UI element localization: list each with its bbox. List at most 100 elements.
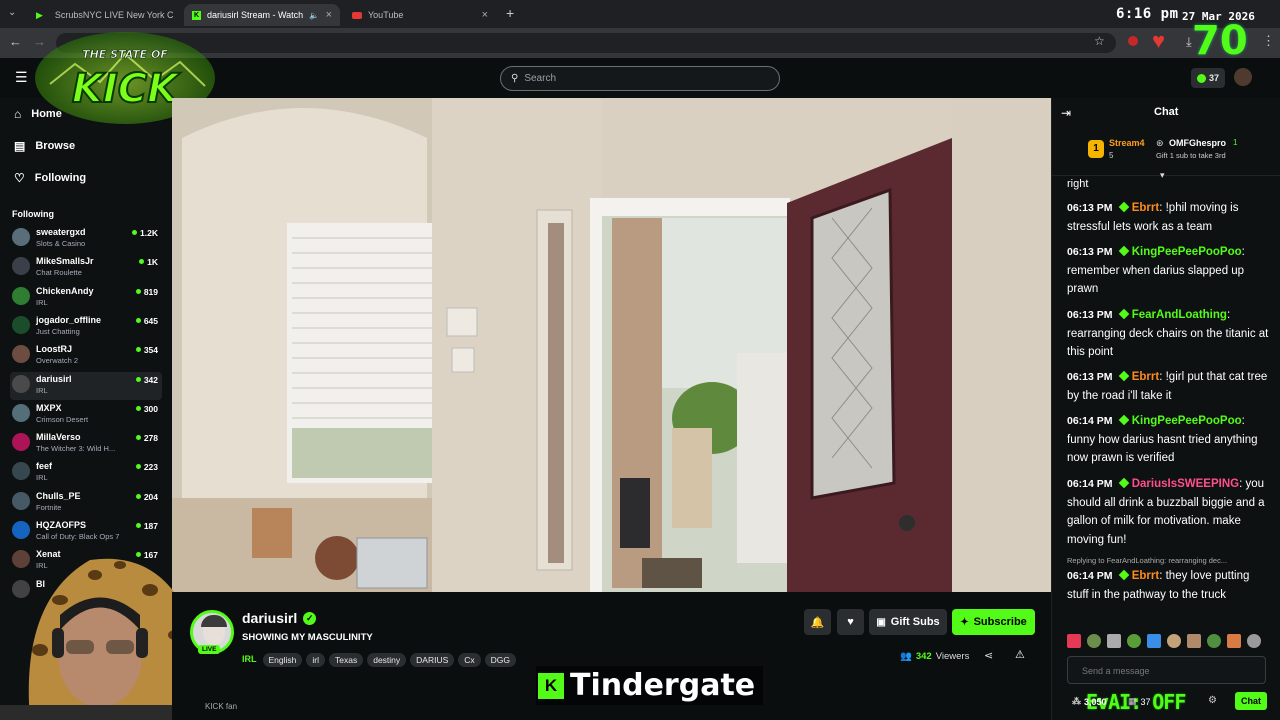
bookmark-star-icon[interactable]: ☆ (1094, 34, 1105, 48)
chat-message[interactable]: 06:13 PM FearAndLoathing: rearranging de… (1067, 306, 1272, 362)
follow-heart-button[interactable]: ♥ (837, 609, 864, 635)
sidebar-item-channel[interactable]: sweatergxd Slots & Casino 1.2K (10, 225, 162, 253)
tab-label: ScrubsNYC LIVE New York C (54, 10, 174, 20)
report-icon[interactable]: ⚠ (1015, 648, 1025, 661)
channel-viewers: 187 (135, 521, 158, 531)
chat-message[interactable]: 06:14 PM Ebrrt: they love putting stuff … (1067, 567, 1272, 604)
chat-message[interactable]: 06:13 PM Ebrrt: !girl put that cat tree … (1067, 368, 1272, 405)
viewer-label: Viewers (935, 651, 970, 662)
viewer-count: 354 (143, 345, 158, 356)
streamer-name[interactable]: dariusirl (242, 610, 297, 626)
badge-icon (1118, 477, 1130, 489)
live-dot-icon (135, 405, 141, 411)
stream-tag[interactable]: Texas (329, 653, 364, 667)
notification-bell-button[interactable]: 🔔 (804, 609, 831, 635)
viewer-count: 645 (143, 315, 158, 326)
channel-category: The Witcher 3: Wild H... (36, 444, 116, 454)
message-user[interactable]: FearAndLoathing (1132, 309, 1227, 321)
message-user[interactable]: Ebrrt (1132, 371, 1159, 383)
gift-subs-button[interactable]: ▣ Gift Subs (869, 609, 947, 635)
sidebar-item-channel[interactable]: LoostRJ Overwatch 2 354 (10, 342, 162, 370)
nav-label: Following (34, 172, 87, 184)
close-tab-icon[interactable]: × (326, 9, 332, 21)
heart-icon: ♥ (1152, 28, 1166, 53)
sidebar-item-channel[interactable]: Chulls_PE Fortnite 204 (10, 489, 162, 517)
sidebar-item-browse[interactable]: ▤ Browse (14, 139, 75, 153)
chat-panel: ⇥ Chat 1 Stream4 5 ⊛ OMFGhespro 1 Gift 1… (1051, 98, 1280, 720)
emote-icon[interactable] (1247, 634, 1261, 648)
hamburger-menu-icon[interactable]: ☰ (15, 69, 28, 86)
play-icon: ▶ (36, 9, 43, 20)
message-user[interactable]: Ebrrt (1132, 570, 1159, 582)
sidebar-item-channel[interactable]: MikeSmallsJr Chat Roulette 1K (10, 254, 162, 282)
kick-favicon-icon: K (192, 10, 201, 20)
user-avatar[interactable] (1234, 68, 1252, 86)
emote-icon[interactable] (1147, 634, 1161, 648)
back-icon[interactable]: ← (9, 34, 22, 49)
new-tab-icon[interactable]: + (506, 5, 514, 21)
reply-note: Replying to FearAndLoathing: rearranging… (1067, 556, 1228, 565)
message-user[interactable]: KingPeePeePooPoo (1132, 246, 1242, 258)
following-heading: Following (12, 209, 54, 219)
sidebar-item-channel[interactable]: feef IRL 223 (10, 459, 162, 487)
footer-subs-value: 37 (1140, 696, 1151, 707)
chat-send-button[interactable]: Chat (1235, 692, 1267, 710)
download-icon[interactable]: ⤓ (1186, 34, 1192, 50)
tab-list-icon[interactable]: ⌄ (8, 7, 16, 18)
sidebar-item-channel[interactable]: ChickenAndy IRL 819 (10, 284, 162, 312)
emote-icon[interactable] (1067, 634, 1081, 648)
emote-icon[interactable] (1207, 634, 1221, 648)
tab-dariusirl[interactable]: K dariusirl Stream - Watch Li 🔈 × (184, 4, 340, 26)
chat-message[interactable]: 06:14 PM KingPeePeePooPoo: funny how dar… (1067, 412, 1272, 468)
message-user[interactable]: DariusIsSWEEPING (1132, 478, 1239, 490)
chat-message[interactable]: 06:13 PM Ebrrt: !phil moving is stressfu… (1067, 199, 1272, 236)
pin-icon[interactable]: ▾ (1160, 170, 1165, 181)
video-player[interactable] (172, 98, 1051, 592)
category-link[interactable]: IRL (242, 654, 257, 664)
emote-icon[interactable] (1107, 634, 1121, 648)
sidebar-item-channel[interactable]: dariusirl IRL 342 (10, 371, 162, 400)
subscribe-button[interactable]: ✦ Subscribe (952, 609, 1035, 635)
stream-tag[interactable]: DARIUS (410, 653, 455, 667)
message-user[interactable]: KingPeePeePooPoo (1132, 415, 1242, 427)
tab-youtube[interactable]: YouTube × (344, 4, 496, 26)
message-user[interactable]: Ebrrt (1132, 202, 1159, 214)
speaker-icon[interactable]: 🔈 (309, 11, 319, 20)
chat-message[interactable]: 06:13 PM KingPeePeePooPoo: remember when… (1067, 243, 1272, 299)
channel-avatar (12, 345, 30, 364)
close-tab-icon[interactable]: × (179, 9, 180, 21)
chat-message[interactable]: 06:14 PM DariusIsSWEEPING: you should al… (1067, 475, 1272, 549)
stream-tag[interactable]: DGG (484, 653, 517, 667)
collapse-chat-icon[interactable]: ⇥ (1061, 106, 1071, 120)
search-input[interactable]: ⚲ Search (500, 66, 780, 91)
channel-category: Crimson Desert (36, 414, 89, 424)
emote-icon[interactable] (1227, 634, 1241, 648)
emote-icon[interactable] (1167, 634, 1181, 648)
emote-icon[interactable] (1127, 634, 1141, 648)
tab-scrubsnyc[interactable]: ▶ ScrubsNYC LIVE New York C × (28, 4, 180, 26)
channel-name: ChickenAndy (36, 285, 94, 296)
chat-input[interactable]: Send a message (1067, 656, 1266, 684)
live-dot-icon (135, 347, 141, 353)
points-badge[interactable]: 37 (1191, 68, 1225, 88)
close-tab-icon[interactable]: × (482, 9, 488, 21)
emote-icon[interactable] (1187, 634, 1201, 648)
channel-name: Chulls_PE (36, 490, 81, 501)
stream-tag[interactable]: English (262, 653, 303, 667)
stream-tag[interactable]: Cx (458, 653, 481, 667)
settings-gear-icon[interactable]: ⚙ (1208, 695, 1217, 706)
emote-icon[interactable] (1087, 634, 1101, 648)
badge-icon (1118, 370, 1130, 382)
menu-dots-icon[interactable]: ⋮ (1262, 33, 1275, 49)
sidebar-item-channel[interactable]: MXPX Crimson Desert 300 (10, 401, 162, 429)
sidebar-item-channel[interactable]: MillaVerso The Witcher 3: Wild H... 278 (10, 430, 162, 458)
stream-tag[interactable]: irl (306, 653, 325, 667)
extension-icon[interactable] (1128, 36, 1138, 46)
sidebar-item-channel[interactable]: jogador_offline Just Chatting 645 (10, 313, 162, 341)
sidebar-item-following[interactable]: ♡ Following (14, 171, 86, 185)
footer-points: ⁂ 3,050 (1072, 696, 1107, 707)
stream-tag[interactable]: destiny (367, 653, 407, 667)
live-dot-icon (135, 493, 141, 499)
share-icon[interactable]: ⋖ (984, 649, 993, 662)
channel-name: HQZAOFPS (36, 520, 87, 530)
